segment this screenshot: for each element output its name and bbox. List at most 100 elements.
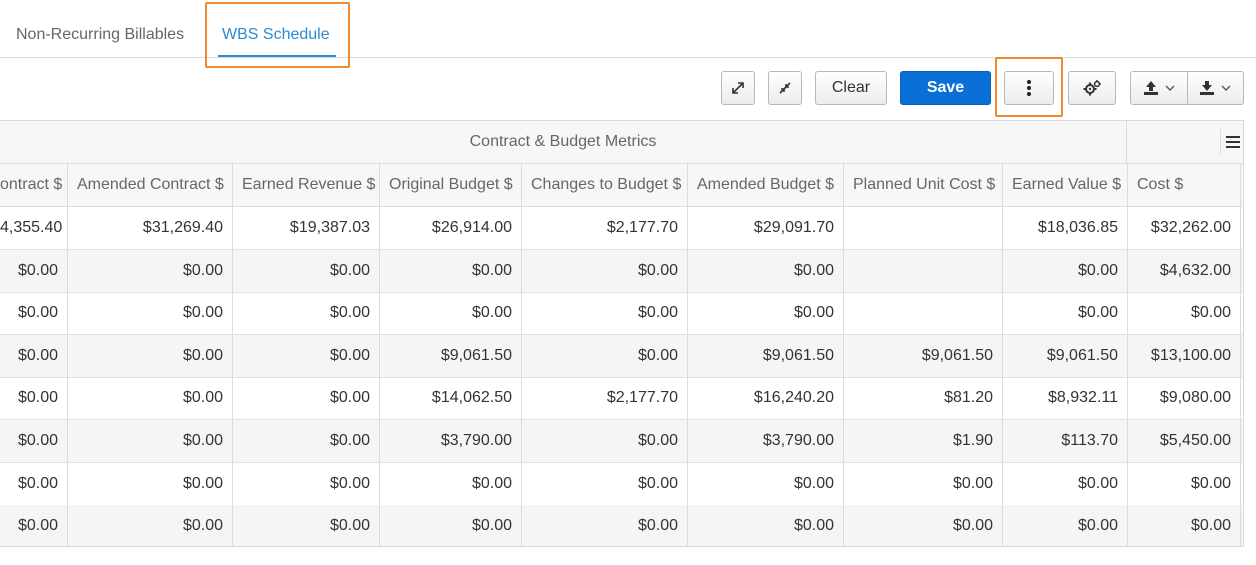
column-menu-button[interactable] xyxy=(1220,129,1243,155)
cell-contract[interactable]: $0.00 xyxy=(0,420,68,462)
column-header-original-budget[interactable]: Original Budget $ xyxy=(380,164,522,206)
cell-contract[interactable]: $0.00 xyxy=(0,377,68,420)
cell-earned-revenue[interactable]: $0.00 xyxy=(233,249,380,292)
cell-amended-contract[interactable]: $0.00 xyxy=(68,292,233,335)
cell-cost[interactable]: $9,080.00 xyxy=(1128,377,1241,420)
cell-cost[interactable]: $5,450.00 xyxy=(1128,420,1241,462)
save-button[interactable]: Save xyxy=(900,71,991,105)
cell-contract[interactable]: $0.00 xyxy=(0,462,68,505)
cell-changes-to-budget[interactable]: $0.00 xyxy=(522,249,688,292)
table-row[interactable]: $0.00 $0.00 $0.00 $0.00 $0.00 $0.00 $0.00 $4,63… xyxy=(0,249,1243,293)
expand-all-button[interactable] xyxy=(721,71,755,105)
cell-planned-unit-cost[interactable]: $81.20 xyxy=(844,377,1003,420)
cell-planned-unit-cost[interactable] xyxy=(844,292,1003,335)
cell-amended-budget[interactable]: $29,091.70 xyxy=(688,207,844,249)
cell-earned-revenue[interactable]: $0.00 xyxy=(233,377,380,420)
cell-amended-budget[interactable]: $0.00 xyxy=(688,462,844,505)
cell-earned-revenue[interactable]: $0.00 xyxy=(233,334,380,377)
cell-earned-value[interactable]: $0.00 xyxy=(1003,249,1128,292)
cell-earned-revenue[interactable]: $0.00 xyxy=(233,292,380,335)
tab-wbs-schedule[interactable]: WBS Schedule xyxy=(222,24,330,46)
table-row[interactable]: $0.00 $0.00 $0.00 $0.00 $0.00 $0.00 $0.00 $0.00… xyxy=(0,462,1243,506)
cell-amended-contract[interactable]: $0.00 xyxy=(68,462,233,505)
cell-planned-unit-cost[interactable] xyxy=(844,249,1003,292)
cell-changes-to-budget[interactable]: $0.00 xyxy=(522,462,688,505)
cell-earned-revenue[interactable]: $0.00 xyxy=(233,462,380,505)
table-row[interactable]: $0.00 $0.00 $0.00 $0.00 $0.00 $0.00 $0.00 $0.00 xyxy=(0,292,1243,336)
column-header-contract[interactable]: ontract $ xyxy=(0,164,68,206)
cell-original-budget[interactable]: $0.00 xyxy=(380,249,522,292)
cell-original-budget[interactable]: $9,061.50 xyxy=(380,334,522,377)
cell-cost[interactable]: $0.00 xyxy=(1128,462,1241,505)
cell-contract[interactable]: $0.00 xyxy=(0,505,68,546)
cell-planned-unit-cost[interactable]: $9,061.50 xyxy=(844,334,1003,377)
cell-original-budget[interactable]: $0.00 xyxy=(380,505,522,546)
cell-planned-unit-cost[interactable] xyxy=(844,207,1003,249)
cell-earned-value[interactable]: $113.70 xyxy=(1003,420,1128,462)
cell-planned-unit-cost[interactable]: $1.90 xyxy=(844,420,1003,462)
cell-amended-contract[interactable]: $0.00 xyxy=(68,420,233,462)
cell-cost[interactable]: $4,632.00 xyxy=(1128,249,1241,292)
cell-cost[interactable]: $32,262.00 xyxy=(1128,207,1241,249)
cell-earned-revenue[interactable]: $0.00 xyxy=(233,505,380,546)
upload-dropdown-button[interactable] xyxy=(1131,72,1187,104)
cell-contract[interactable]: 4,355.40 xyxy=(0,207,68,249)
cell-original-budget[interactable]: $3,790.00 xyxy=(380,420,522,462)
cell-amended-budget[interactable]: $0.00 xyxy=(688,292,844,335)
cell-cost[interactable]: $0.00 xyxy=(1128,505,1241,546)
cell-original-budget[interactable]: $26,914.00 xyxy=(380,207,522,249)
table-row[interactable]: $0.00 $0.00 $0.00 $9,061.50 $0.00 $9,061.50 $9… xyxy=(0,334,1243,378)
cell-earned-value[interactable]: $0.00 xyxy=(1003,462,1128,505)
cell-cost[interactable]: $13,100.00 xyxy=(1128,334,1241,377)
collapse-all-button[interactable] xyxy=(768,71,802,105)
cell-contract[interactable]: $0.00 xyxy=(0,292,68,335)
more-options-button[interactable] xyxy=(1004,71,1054,105)
cell-earned-value[interactable]: $0.00 xyxy=(1003,505,1128,546)
cell-earned-revenue[interactable]: $19,387.03 xyxy=(233,207,380,249)
column-header-planned-unit-cost[interactable]: Planned Unit Cost $ xyxy=(844,164,1003,206)
cell-amended-contract[interactable]: $31,269.40 xyxy=(68,207,233,249)
cell-contract[interactable]: $0.00 xyxy=(0,249,68,292)
cell-contract[interactable]: $0.00 xyxy=(0,334,68,377)
cell-earned-value[interactable]: $8,932.11 xyxy=(1003,377,1128,420)
column-header-earned-revenue[interactable]: Earned Revenue $ xyxy=(233,164,380,206)
settings-button[interactable] xyxy=(1068,71,1116,105)
cell-changes-to-budget[interactable]: $0.00 xyxy=(522,292,688,335)
cell-planned-unit-cost[interactable]: $0.00 xyxy=(844,505,1003,546)
cell-original-budget[interactable]: $0.00 xyxy=(380,292,522,335)
column-header-amended-budget[interactable]: Amended Budget $ xyxy=(688,164,844,206)
cell-amended-contract[interactable]: $0.00 xyxy=(68,505,233,546)
cell-changes-to-budget[interactable]: $0.00 xyxy=(522,334,688,377)
cell-earned-revenue[interactable]: $0.00 xyxy=(233,420,380,462)
cell-planned-unit-cost[interactable]: $0.00 xyxy=(844,462,1003,505)
cell-amended-budget[interactable]: $0.00 xyxy=(688,505,844,546)
cell-amended-contract[interactable]: $0.00 xyxy=(68,334,233,377)
cell-changes-to-budget[interactable]: $0.00 xyxy=(522,420,688,462)
cell-earned-value[interactable]: $18,036.85 xyxy=(1003,207,1128,249)
table-row[interactable]: $0.00 $0.00 $0.00 $0.00 $0.00 $0.00 $0.00 $0.00… xyxy=(0,505,1243,546)
cell-changes-to-budget[interactable]: $2,177.70 xyxy=(522,207,688,249)
cell-cost[interactable]: $0.00 xyxy=(1128,292,1241,335)
cell-changes-to-budget[interactable]: $2,177.70 xyxy=(522,377,688,420)
table-row[interactable]: $0.00 $0.00 $0.00 $3,790.00 $0.00 $3,790.00 $1… xyxy=(0,420,1243,463)
column-header-cost[interactable]: Cost $ xyxy=(1128,164,1241,206)
column-header-amended-contract[interactable]: Amended Contract $ xyxy=(68,164,233,206)
cell-amended-contract[interactable]: $0.00 xyxy=(68,249,233,292)
cell-amended-budget[interactable]: $9,061.50 xyxy=(688,334,844,377)
cell-amended-budget[interactable]: $3,790.00 xyxy=(688,420,844,462)
cell-changes-to-budget[interactable]: $0.00 xyxy=(522,505,688,546)
table-row[interactable]: $0.00 $0.00 $0.00 $14,062.50 $2,177.70 $16,24… xyxy=(0,377,1243,421)
cell-earned-value[interactable]: $0.00 xyxy=(1003,292,1128,335)
column-header-earned-value[interactable]: Earned Value $ xyxy=(1003,164,1128,206)
cell-original-budget[interactable]: $14,062.50 xyxy=(380,377,522,420)
clear-button[interactable]: Clear xyxy=(815,71,887,105)
cell-amended-budget[interactable]: $16,240.20 xyxy=(688,377,844,420)
table-row[interactable]: 4,355.40 $31,269.40 $19,387.03 $26,914.00 $2… xyxy=(0,207,1243,250)
tab-non-recurring-billables[interactable]: Non-Recurring Billables xyxy=(16,24,184,46)
cell-amended-contract[interactable]: $0.00 xyxy=(68,377,233,420)
download-dropdown-button[interactable] xyxy=(1186,72,1244,104)
cell-earned-value[interactable]: $9,061.50 xyxy=(1003,334,1128,377)
cell-original-budget[interactable]: $0.00 xyxy=(380,462,522,505)
cell-amended-budget[interactable]: $0.00 xyxy=(688,249,844,292)
column-header-changes-to-budget[interactable]: Changes to Budget $ xyxy=(522,164,688,206)
